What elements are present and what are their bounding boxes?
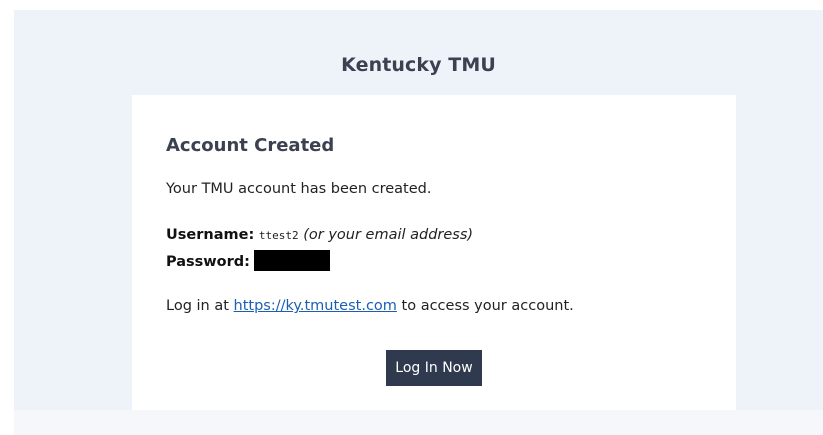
login-instructions: Log in at https://ky.tmutest.com to acce… bbox=[166, 298, 574, 314]
password-redaction bbox=[253, 250, 330, 271]
password-row: Password: bbox=[166, 250, 330, 271]
footer-strip bbox=[14, 410, 823, 435]
brand-title: Kentucky TMU bbox=[341, 54, 496, 76]
login-prefix: Log in at bbox=[166, 298, 234, 314]
account-created-card: Account Created Your TMU account has bee… bbox=[132, 95, 736, 410]
password-label: Password: bbox=[166, 254, 250, 270]
username-value: ttest2 bbox=[258, 229, 299, 242]
login-suffix: to access your account. bbox=[396, 298, 574, 314]
username-label: Username: bbox=[166, 227, 255, 243]
username-row: Username: ttest2 (or your email address) bbox=[166, 227, 473, 243]
email-background: Kentucky TMU Account Created Your TMU ac… bbox=[14, 10, 823, 410]
login-link[interactable]: https://ky.tmutest.com bbox=[234, 298, 397, 314]
username-note: (or your email address) bbox=[303, 227, 474, 243]
card-heading: Account Created bbox=[166, 135, 335, 156]
log-in-now-button[interactable]: Log In Now bbox=[386, 350, 482, 386]
intro-text: Your TMU account has been created. bbox=[166, 181, 432, 197]
